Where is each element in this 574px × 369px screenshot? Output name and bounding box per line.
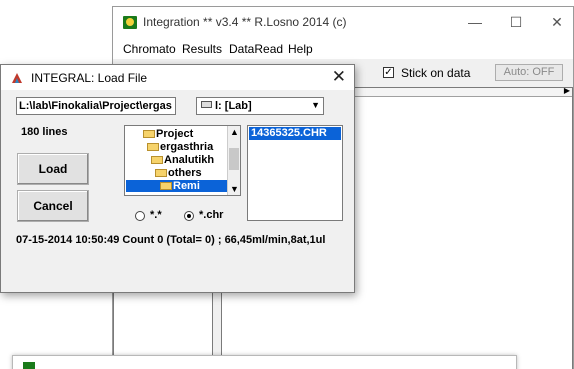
list-item[interactable]: ergasthria	[147, 141, 213, 153]
maximize-button[interactable]: ☐	[506, 13, 526, 31]
menu-chromato[interactable]: Chromato	[123, 42, 176, 56]
scroll-right-icon[interactable]: ▶	[564, 86, 570, 95]
filter-chr-radio[interactable]	[184, 211, 194, 221]
title-bar[interactable]: Integration ** v3.4 ** R.Losno 2014 (c) …	[113, 7, 573, 37]
scroll-thumb[interactable]	[229, 148, 239, 170]
menu-help[interactable]: Help	[288, 42, 313, 56]
auto-toggle-button[interactable]: Auto: OFF	[495, 64, 563, 81]
dialog-close-button[interactable]: ✕	[332, 67, 346, 87]
list-item[interactable]: Analutikh	[151, 154, 214, 166]
chevron-up-icon[interactable]: ▲	[230, 127, 239, 137]
load-file-dialog: INTEGRAL: Load File ✕ L:\lab\Finokalia\P…	[0, 64, 355, 293]
folder-open-icon	[155, 169, 167, 177]
lines-count: 180 lines	[21, 126, 68, 138]
list-item[interactable]: Project	[143, 128, 193, 140]
filter-all-radio[interactable]	[135, 211, 145, 221]
path-field[interactable]: L:\lab\Finokalia\Project\ergas	[16, 97, 176, 115]
cancel-button[interactable]: Cancel	[17, 190, 89, 222]
folder-open-icon	[160, 182, 172, 190]
menu-bar: Chromato Results DataRead Help	[113, 37, 573, 59]
chevron-down-icon[interactable]: ▼	[311, 100, 320, 110]
status-line: 07-15-2014 10:50:49 Count 0 (Total= 0) ;…	[16, 234, 326, 246]
directory-scrollbar[interactable]: ▲ ▼	[227, 126, 240, 195]
drive-icon	[201, 101, 212, 108]
list-item[interactable]: others	[155, 167, 202, 179]
folder-open-icon	[147, 143, 159, 151]
list-item-selected[interactable]: Remi	[126, 180, 228, 192]
drive-select[interactable]: l: [Lab] ▼	[196, 97, 324, 115]
close-button[interactable]: ✕	[547, 13, 567, 31]
filter-all-label: *.*	[150, 209, 162, 221]
folder-open-icon	[143, 130, 155, 138]
menu-dataread[interactable]: DataRead	[229, 42, 283, 56]
file-item-selected[interactable]: 14365325.CHR	[249, 127, 341, 140]
directory-list[interactable]: Project ergasthria Analutikh others Remi…	[124, 125, 241, 196]
menu-results[interactable]: Results	[182, 42, 222, 56]
file-list[interactable]: 14365325.CHR	[247, 125, 343, 221]
dialog-app-icon	[12, 73, 22, 83]
minimize-button[interactable]: —	[465, 13, 485, 31]
filter-chr-label: *.chr	[199, 209, 224, 221]
load-button[interactable]: Load	[17, 153, 89, 185]
drive-label: l: [Lab]	[215, 100, 252, 112]
stick-on-data-label: Stick on data	[401, 66, 471, 80]
stick-on-data-checkbox[interactable]: ✓	[383, 67, 394, 78]
dialog-title-bar[interactable]: INTEGRAL: Load File ✕	[1, 65, 354, 90]
folder-open-icon	[151, 156, 163, 164]
app-icon	[23, 362, 35, 369]
dialog-title: INTEGRAL: Load File	[31, 71, 148, 85]
app-icon	[123, 16, 137, 29]
window-title: Integration ** v3.4 ** R.Losno 2014 (c)	[143, 15, 347, 29]
secondary-window	[12, 355, 517, 369]
chevron-down-icon[interactable]: ▼	[230, 184, 239, 194]
